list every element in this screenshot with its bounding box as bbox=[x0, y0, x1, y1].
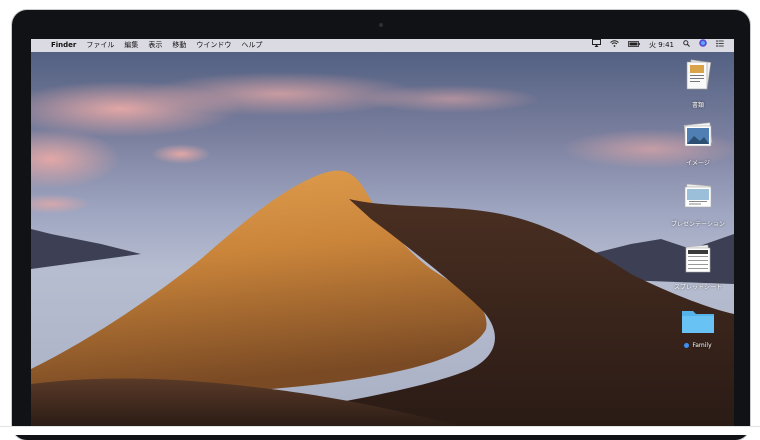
status-area: 火 9:41 bbox=[592, 39, 724, 52]
spreadsheets-stack-icon bbox=[663, 243, 733, 279]
notification-center-icon[interactable] bbox=[716, 39, 724, 52]
menu-view[interactable]: 表示 bbox=[148, 39, 162, 52]
folder-icon bbox=[663, 307, 733, 339]
desktop-wallpaper bbox=[31, 39, 734, 426]
menu-file[interactable]: ファイル bbox=[86, 39, 114, 52]
desktop-icon-family-folder[interactable]: Family bbox=[663, 307, 733, 349]
menu-help[interactable]: ヘルプ bbox=[241, 39, 262, 52]
desktop-icon-images[interactable]: イメージ bbox=[663, 121, 733, 167]
clock-text[interactable]: 火 9:41 bbox=[649, 39, 674, 52]
desktop-screen[interactable]: Finder ファイル 編集 表示 移動 ウインドウ ヘルプ 火 9:41 書類… bbox=[31, 39, 734, 426]
tag-color-dot bbox=[684, 343, 690, 348]
desktop-icon-label: 書類 bbox=[691, 102, 704, 109]
siri-icon[interactable] bbox=[699, 39, 707, 52]
menu-edit[interactable]: 編集 bbox=[124, 39, 138, 52]
desktop-icon-label: イメージ bbox=[686, 160, 710, 167]
images-stack-icon bbox=[663, 121, 733, 155]
desktop-icon-label: Family bbox=[663, 342, 733, 349]
airplay-icon[interactable] bbox=[592, 39, 602, 52]
desktop-icon-label: スプレッドシート bbox=[673, 284, 722, 291]
menu-go[interactable]: 移動 bbox=[172, 39, 186, 52]
battery-icon[interactable] bbox=[628, 39, 640, 52]
spotlight-icon[interactable] bbox=[683, 39, 690, 52]
menu-app-finder[interactable]: Finder bbox=[51, 39, 76, 52]
desktop-icon-label: プレゼンテーション bbox=[671, 221, 725, 228]
desktop-icon-spreadsheets[interactable]: スプレッドシート bbox=[663, 243, 733, 291]
wifi-icon[interactable] bbox=[610, 39, 619, 52]
desktop-icon-documents[interactable]: 書類 bbox=[663, 59, 733, 109]
menu-bar: Finder ファイル 編集 表示 移動 ウインドウ ヘルプ 火 9:41 bbox=[31, 39, 734, 52]
presentations-stack-icon bbox=[663, 182, 733, 216]
menu-window[interactable]: ウインドウ bbox=[196, 39, 231, 52]
desktop-icon-presentations[interactable]: プレゼンテーション bbox=[663, 182, 733, 228]
documents-stack-icon bbox=[663, 59, 733, 97]
camera-icon bbox=[379, 23, 383, 27]
